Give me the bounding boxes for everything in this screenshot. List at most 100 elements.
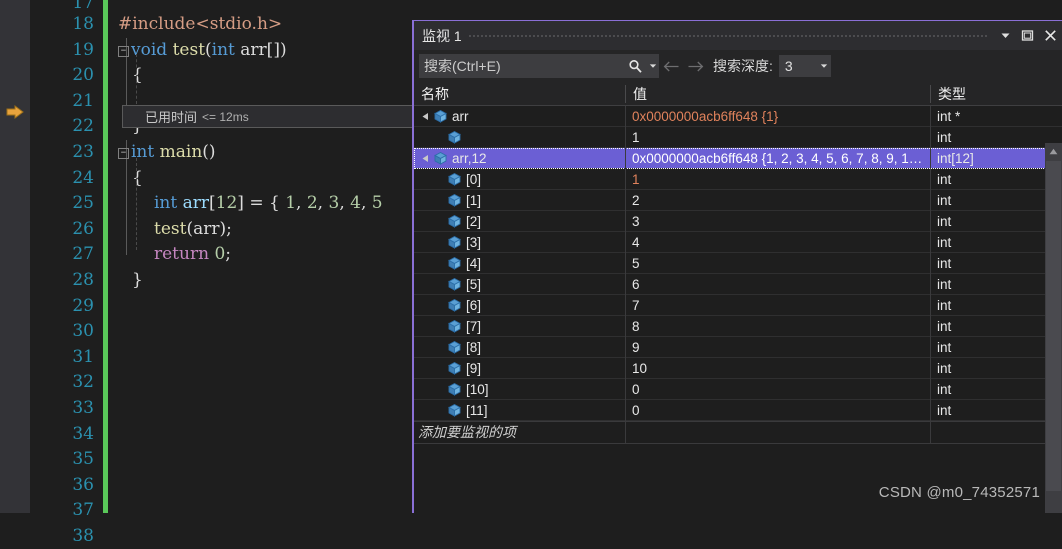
column-header-value[interactable]: 值	[626, 82, 931, 106]
watch-row-name-cell[interactable]: [2]	[414, 210, 626, 232]
breakpoint-gutter[interactable]	[0, 0, 30, 513]
column-header-name[interactable]: 名称	[414, 82, 626, 106]
watch-row-value[interactable]: 0x0000000acb6ff648 {1, 2, 3, 4, 5, 6, 7,…	[626, 147, 931, 169]
watch-row[interactable]: [0] 1 int	[414, 168, 1062, 190]
watch-row-value[interactable]: 5	[626, 252, 931, 274]
line-number: 27	[72, 244, 94, 265]
window-menu-dropdown-icon[interactable]	[994, 24, 1016, 48]
watch-row-name-cell[interactable]: [1]	[414, 189, 626, 211]
watch-row[interactable]: [3] 4 int	[414, 231, 1062, 253]
watch-row-type: int	[937, 297, 952, 313]
collapse-box-icon[interactable]: −	[118, 45, 129, 57]
close-panel-icon[interactable]	[1038, 24, 1062, 48]
watch-row-name-cell[interactable]: [10]	[414, 378, 626, 400]
chevron-down-icon[interactable]	[817, 62, 831, 70]
watch-row-name-cell[interactable]: [0]	[414, 168, 626, 190]
watch-row-name-cell[interactable]: arr,12	[414, 147, 626, 169]
code-token-test: test	[172, 39, 206, 60]
search-options-chevron-down-icon[interactable]	[647, 62, 659, 70]
watch-row[interactable]: [4] 5 int	[414, 252, 1062, 274]
variable-cube-icon	[446, 129, 463, 146]
watch-row-name-cell[interactable]: [11]	[414, 399, 626, 421]
search-input[interactable]	[419, 57, 623, 75]
watch-row-name-cell[interactable]: [3]	[414, 231, 626, 253]
watch-row-name: [4]	[466, 255, 482, 271]
watch-row[interactable]: [2] 3 int	[414, 210, 1062, 232]
expander-placeholder	[432, 253, 446, 274]
add-watch-item-type-cell[interactable]	[931, 422, 1046, 443]
watch-row[interactable]: arr,12 0x0000000acb6ff648 {1, 2, 3, 4, 5,…	[414, 147, 1062, 169]
watch-window[interactable]: 监视 1 搜索深度: 3	[412, 20, 1062, 513]
watch-row-type: int	[937, 171, 952, 187]
watch-row[interactable]: [11] 0 int	[414, 399, 1062, 421]
execution-arrow-icon	[6, 105, 24, 119]
expander-placeholder	[432, 379, 446, 400]
watch-row-value[interactable]: 0	[626, 399, 931, 421]
watch-row[interactable]: [6] 7 int	[414, 294, 1062, 316]
watch-row[interactable]: [10] 0 int	[414, 378, 1062, 400]
drag-handle-dots[interactable]	[467, 29, 988, 42]
watch-variables-grid[interactable]: 名称 值 类型 arr 0x0000000acb6ff648 {1} int * 1 i…	[414, 82, 1062, 513]
variable-cube-icon	[446, 297, 463, 314]
watch-row-value[interactable]: 8	[626, 315, 931, 337]
search-prev-arrow-left-icon[interactable]	[659, 54, 683, 78]
watch-row-value[interactable]: 10	[626, 357, 931, 379]
watch-row-name-cell[interactable]: arr	[414, 105, 626, 127]
watch-row-value[interactable]: 3	[626, 210, 931, 232]
watch-row-value[interactable]: 1	[626, 126, 931, 148]
vertical-scrollbar[interactable]	[1045, 143, 1062, 513]
add-watch-item-row[interactable]: 添加要监视的项	[414, 421, 1062, 444]
line-number: 26	[72, 218, 94, 239]
magnifier-icon[interactable]	[623, 59, 647, 74]
search-box[interactable]	[419, 54, 659, 78]
watch-row-name: arr	[452, 108, 469, 124]
watch-row[interactable]: arr 0x0000000acb6ff648 {1} int *	[414, 105, 1062, 127]
watch-row-name-cell[interactable]: [4]	[414, 252, 626, 274]
watch-row[interactable]: [7] 8 int	[414, 315, 1062, 337]
watch-row-value[interactable]: 0x0000000acb6ff648 {1}	[626, 105, 931, 127]
add-watch-item-placeholder[interactable]: 添加要监视的项	[414, 422, 626, 443]
float-window-icon[interactable]	[1016, 24, 1038, 48]
watch-row-value[interactable]: 9	[626, 336, 931, 358]
expander-triangle-icon[interactable]	[418, 106, 432, 127]
search-next-arrow-right-icon[interactable]	[683, 54, 707, 78]
watch-window-titlebar[interactable]: 监视 1	[414, 21, 1062, 50]
watch-row[interactable]: [8] 9 int	[414, 336, 1062, 358]
scroll-up-triangle-up-icon[interactable]	[1045, 143, 1062, 160]
column-header-type[interactable]: 类型	[931, 82, 1046, 106]
watch-row-value[interactable]: 2	[626, 189, 931, 211]
watch-row-name: [2]	[466, 213, 482, 229]
code-guide-line	[136, 158, 137, 250]
watch-row-value[interactable]: 1	[626, 168, 931, 190]
add-watch-item-value-cell[interactable]	[626, 422, 931, 443]
watch-row[interactable]: [9] 10 int	[414, 357, 1062, 379]
watch-row-name-cell[interactable]: [5]	[414, 273, 626, 295]
watch-row[interactable]: 1 int	[414, 126, 1062, 148]
line-number: 21	[72, 90, 94, 111]
watermark-text: CSDN @m0_74352571	[878, 484, 1040, 501]
watch-row-value[interactable]: 4	[626, 231, 931, 253]
watch-row-name-cell[interactable]: [8]	[414, 336, 626, 358]
watch-toolbar[interactable]: 搜索深度: 3	[414, 50, 1062, 82]
watch-row-value[interactable]: 0	[626, 378, 931, 400]
watch-row-name-cell[interactable]	[414, 126, 626, 148]
watch-row[interactable]: [5] 6 int	[414, 273, 1062, 295]
line-number: 36	[72, 474, 94, 495]
search-depth-select[interactable]: 3	[778, 55, 831, 77]
watch-row-value[interactable]: 6	[626, 273, 931, 295]
watch-row-name: [9]	[466, 360, 482, 376]
line-number: 29	[72, 295, 94, 316]
collapse-box-icon[interactable]: −	[118, 147, 129, 159]
expander-triangle-icon[interactable]	[418, 148, 432, 169]
watch-row-type: int	[937, 255, 952, 271]
watch-row-value[interactable]: 7	[626, 294, 931, 316]
watch-row[interactable]: [1] 2 int	[414, 189, 1062, 211]
watch-row-name-cell[interactable]: [9]	[414, 357, 626, 379]
watch-row-name-cell[interactable]: [7]	[414, 315, 626, 337]
line-number: 37	[72, 500, 94, 521]
code-token-int: int	[211, 39, 235, 60]
code-token-int: int	[154, 193, 178, 214]
watch-row-name-cell[interactable]: [6]	[414, 294, 626, 316]
scrollbar-thumb[interactable]	[1046, 161, 1061, 491]
code-guide-line	[136, 54, 137, 104]
